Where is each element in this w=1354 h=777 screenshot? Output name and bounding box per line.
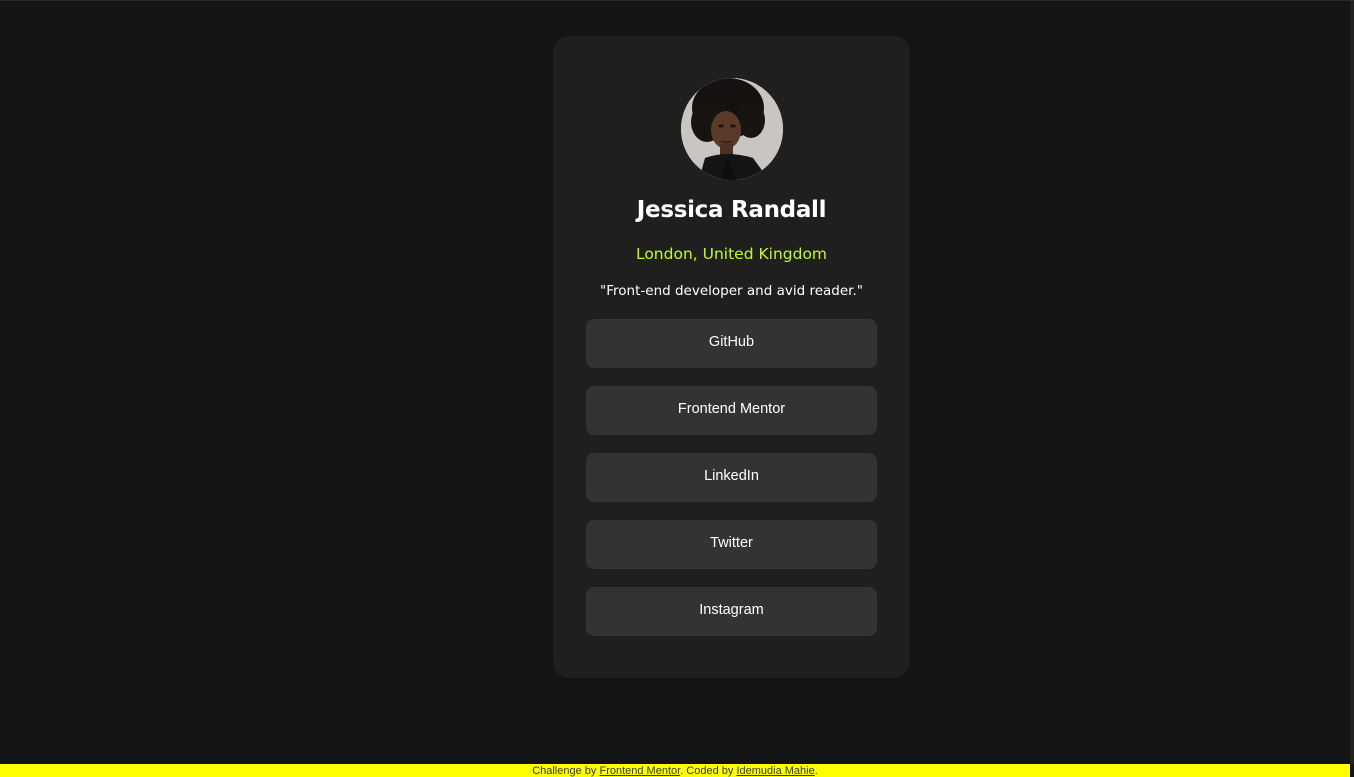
profile-location: London, United Kingdom xyxy=(635,245,828,263)
link-item-github: GitHub xyxy=(586,319,877,368)
linkedin-link-button[interactable]: LinkedIn xyxy=(586,453,877,502)
avatar-image xyxy=(681,78,783,180)
footer-middle: . Coded by xyxy=(680,765,737,777)
link-item-linkedin: LinkedIn xyxy=(586,453,877,502)
footer-suffix: . xyxy=(814,765,818,777)
twitter-link-button[interactable]: Twitter xyxy=(586,520,877,569)
link-item-instagram: Instagram xyxy=(586,587,877,636)
footer-prefix: Challenge by xyxy=(532,765,600,777)
github-link-button[interactable]: GitHub xyxy=(586,319,877,368)
frontend-mentor-attribution-link[interactable]: Frontend Mentor xyxy=(599,765,680,777)
profile-card: Jessica Randall London, United Kingdom "… xyxy=(553,36,910,678)
link-item-frontend-mentor: Frontend Mentor xyxy=(586,386,877,435)
profile-bio: "Front-end developer and avid reader." xyxy=(600,283,863,299)
profile-name: Jessica Randall xyxy=(636,197,827,223)
avatar xyxy=(681,78,783,180)
author-attribution-link[interactable]: Idemudia Mahie xyxy=(736,765,814,777)
page: Jessica Randall London, United Kingdom "… xyxy=(0,0,1354,777)
attribution-footer: Challenge by Frontend Mentor. Coded by I… xyxy=(0,764,1350,777)
instagram-link-button[interactable]: Instagram xyxy=(586,587,877,636)
frontend-mentor-link-button[interactable]: Frontend Mentor xyxy=(586,386,877,435)
social-links-list: GitHub Frontend Mentor LinkedIn Twitter … xyxy=(586,319,877,654)
link-item-twitter: Twitter xyxy=(586,520,877,569)
scrollbar-track[interactable] xyxy=(1350,1,1354,764)
